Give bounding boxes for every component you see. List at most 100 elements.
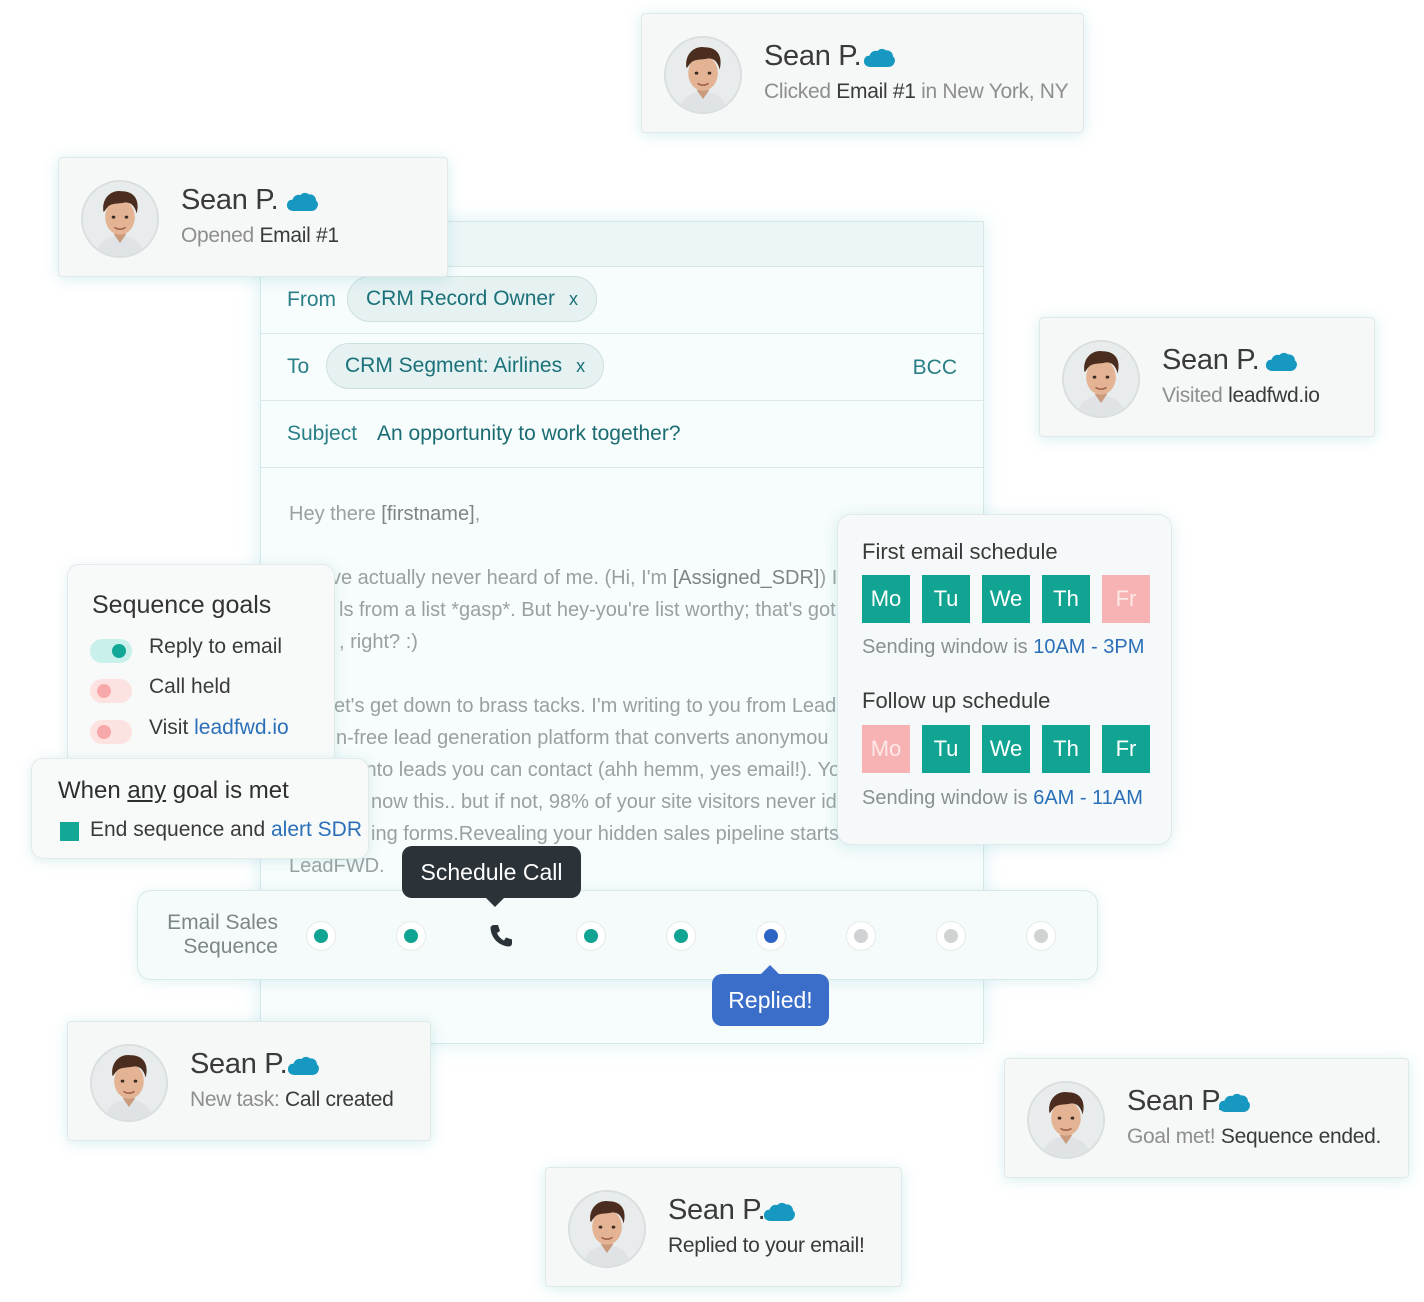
contact-name[interactable]: Sean P.	[1162, 344, 1260, 377]
first-day-mo[interactable]: Mo	[862, 575, 910, 623]
activity-status: New task: Call created	[190, 1088, 394, 1112]
sequence-label-line: Email Sales	[167, 911, 278, 934]
end-sequence-checkbox[interactable]	[60, 822, 79, 841]
greeting-comma: ,	[474, 503, 481, 525]
activity-status: Opened Email #1	[181, 224, 339, 248]
sequence-step-done[interactable]	[576, 921, 606, 951]
salesforce-cloud-icon[interactable]	[1264, 350, 1298, 374]
contact-name[interactable]: Sean P.	[668, 1194, 766, 1227]
status-prefix: Goal met!	[1127, 1125, 1221, 1148]
salesforce-cloud-icon[interactable]	[862, 46, 896, 70]
first-day-th[interactable]: Th	[1042, 575, 1090, 623]
contact-name[interactable]: Sean P.	[1127, 1085, 1225, 1118]
salesforce-cloud-icon[interactable]	[1217, 1091, 1251, 1115]
activity-card-goal-met[interactable]: Sean P. Goal met! Sequence ended.	[1004, 1058, 1409, 1178]
follow-day-mo[interactable]: Mo	[862, 725, 910, 773]
from-chip[interactable]: CRM Record Owner x	[347, 276, 598, 322]
goal-rule-action-text: End sequence and	[90, 818, 271, 841]
avatar	[81, 180, 159, 258]
status-highlight: leadfwd.io	[1228, 384, 1320, 407]
from-row: From CRM Record Owner x	[261, 267, 983, 334]
sequence-step-current[interactable]	[756, 921, 786, 951]
avatar	[1027, 1081, 1105, 1159]
from-label: From	[287, 288, 336, 311]
goal-call-label: Call held	[149, 675, 231, 698]
activity-card-clicked-email[interactable]: Sean P. Clicked Email #1 in New York, NY	[641, 13, 1084, 133]
sequence-step-done[interactable]	[666, 921, 696, 951]
sequence-step-pending[interactable]	[936, 921, 966, 951]
activity-card-visited-site[interactable]: Sean P. Visited leadfwd.io	[1039, 317, 1375, 437]
first-day-we[interactable]: We	[982, 575, 1030, 623]
sequence-step-pending[interactable]	[846, 921, 876, 951]
avatar	[90, 1044, 168, 1122]
contact-name[interactable]: Sean P.	[764, 40, 862, 73]
first-schedule-days: Mo Tu We Th Fr	[862, 575, 1150, 623]
window-text: Sending window is	[862, 787, 1034, 809]
sequence-step-pending[interactable]	[1026, 921, 1056, 951]
bcc-link[interactable]: BCC	[913, 356, 957, 380]
remove-from-chip-button[interactable]: x	[569, 289, 578, 309]
subject-row: Subject An opportunity to work together?	[261, 401, 983, 468]
email-sales-sequence-bar: Email Sales Sequence	[137, 890, 1098, 980]
follow-day-we[interactable]: We	[982, 725, 1030, 773]
activity-card-replied[interactable]: Sean P. Replied to your email!	[545, 1167, 902, 1287]
follow-day-tu[interactable]: Tu	[922, 725, 970, 773]
first-window-time[interactable]: 10AM - 3PM	[1033, 636, 1144, 658]
goal-call-toggle[interactable]	[90, 679, 132, 703]
remove-to-chip-button[interactable]: x	[576, 356, 585, 376]
follow-day-th[interactable]: Th	[1042, 725, 1090, 773]
goal-visit-label: Visit leadfwd.io	[149, 716, 289, 740]
salesforce-cloud-icon[interactable]	[286, 1054, 320, 1078]
alert-sdr-link[interactable]: alert SDR	[271, 818, 362, 841]
sequence-goals-panel: Sequence goals Reply to email Call held …	[67, 564, 335, 774]
firstname-token: [firstname]	[381, 503, 475, 525]
activity-card-opened-email[interactable]: Sean P. Opened Email #1	[58, 157, 448, 277]
assigned-sdr-token: [Assigned_SDR]	[672, 567, 820, 589]
activity-status: Goal met! Sequence ended.	[1127, 1125, 1381, 1149]
status-suffix: in New York, NY	[915, 80, 1069, 103]
status-highlight: Call created	[285, 1088, 394, 1111]
follow-day-fr[interactable]: Fr	[1102, 725, 1150, 773]
to-label: To	[287, 355, 310, 378]
first-day-fr[interactable]: Fr	[1102, 575, 1150, 623]
from-chip-label: CRM Record Owner	[366, 287, 556, 310]
status-highlight: Sequence ended.	[1220, 1125, 1382, 1148]
follow-window-time[interactable]: 6AM - 11AM	[1033, 787, 1143, 809]
first-schedule-title: First email schedule	[862, 539, 1058, 564]
goal-rule-panel: When any goal is met End sequence and al…	[31, 758, 369, 859]
contact-name[interactable]: Sean P.	[190, 1048, 288, 1081]
body-text: ve actually never heard of me. (Hi, I'm	[331, 567, 673, 589]
salesforce-cloud-icon[interactable]	[762, 1200, 796, 1224]
first-day-tu[interactable]: Tu	[922, 575, 970, 623]
goal-reply-toggle[interactable]	[90, 639, 132, 663]
leadfwd-link[interactable]: leadfwd.io	[194, 716, 289, 739]
sequence-label: Email Sales Sequence	[152, 911, 278, 959]
status-prefix: New task:	[190, 1088, 286, 1111]
sequence-label-line: Sequence	[183, 935, 278, 958]
status-highlight: Email #1	[259, 224, 339, 247]
contact-name[interactable]: Sean P.	[181, 184, 279, 217]
activity-status: Visited leadfwd.io	[1162, 384, 1320, 408]
goal-rule-title: When any goal is met	[58, 777, 289, 805]
activity-status: Replied to your email!	[668, 1234, 865, 1258]
schedule-panel: First email schedule Mo Tu We Th Fr Send…	[837, 514, 1172, 845]
sequence-goals-title: Sequence goals	[92, 591, 272, 619]
sequence-step-done[interactable]	[396, 921, 426, 951]
goal-visit-toggle[interactable]	[90, 720, 132, 744]
to-chip[interactable]: CRM Segment: Airlines x	[326, 343, 605, 389]
status-prefix: Opened	[181, 224, 260, 247]
status-highlight: Replied to your email!	[668, 1234, 865, 1257]
to-row: To CRM Segment: Airlines x BCC	[261, 334, 983, 401]
salesforce-cloud-icon[interactable]	[285, 190, 319, 214]
sequence-step-done[interactable]	[306, 921, 336, 951]
status-highlight: Email #1	[836, 80, 916, 103]
to-chip-label: CRM Segment: Airlines	[345, 354, 563, 377]
subject-input[interactable]: An opportunity to work together?	[377, 422, 681, 446]
activity-status: Clicked Email #1 in New York, NY	[764, 80, 1069, 104]
activity-card-task-created[interactable]: Sean P. New task: Call created	[67, 1021, 431, 1141]
replied-tooltip: Replied!	[712, 965, 829, 1026]
subject-label: Subject	[287, 422, 358, 445]
phone-icon[interactable]	[486, 921, 516, 951]
goal-rule-any-selector[interactable]: any	[127, 777, 166, 804]
follow-schedule-title: Follow up schedule	[862, 688, 1051, 713]
